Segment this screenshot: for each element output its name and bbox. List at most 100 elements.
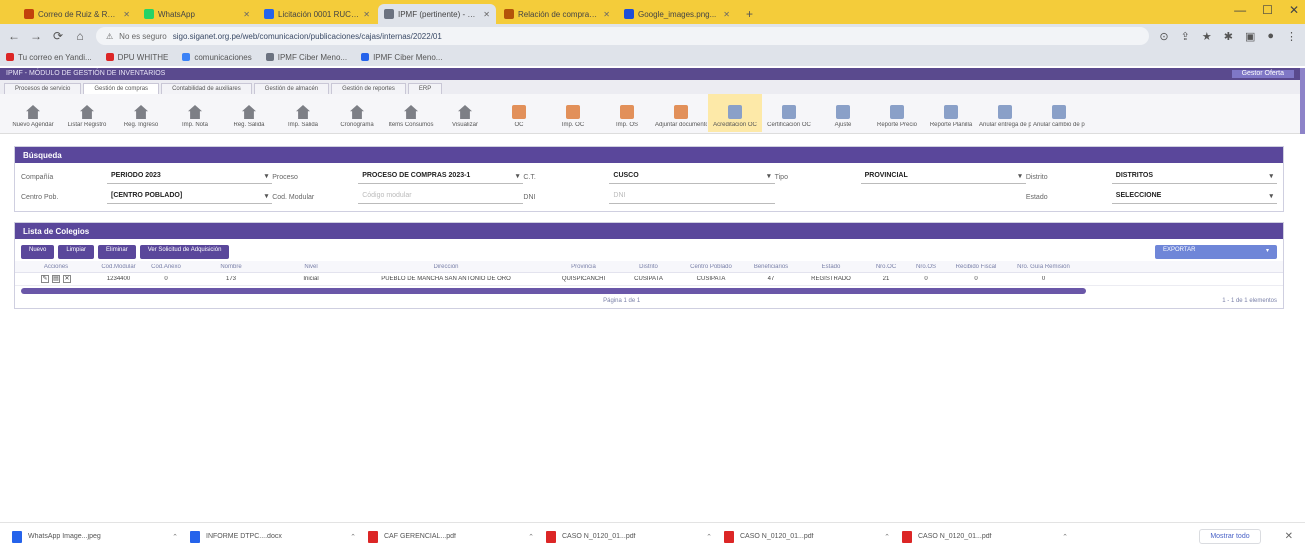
column-header[interactable]: Nivel — [276, 264, 346, 270]
profile-icon[interactable]: ● — [1267, 30, 1274, 43]
chevron-down-icon[interactable]: ⌃ — [706, 533, 712, 541]
browser-tab[interactable]: Correo de Ruiz & Ruiz Sr... ✕ — [18, 4, 136, 24]
chevron-down-icon[interactable]: ⌃ — [1062, 533, 1068, 541]
back-icon[interactable]: ← — [8, 29, 20, 43]
column-header[interactable]: Cod.Anexo — [146, 264, 186, 270]
show-all-downloads-button[interactable]: Mostrar todo — [1199, 529, 1261, 544]
tab-close-icon[interactable]: ✕ — [363, 10, 370, 19]
search-select[interactable]: CUSCO ▾ — [609, 170, 775, 184]
column-header[interactable]: Recibido Fiscal — [946, 264, 1006, 270]
chevron-down-icon[interactable]: ⌃ — [350, 533, 356, 541]
browser-tab[interactable]: Relación de comprador... ✕ — [498, 4, 616, 24]
toolbar-button[interactable]: Items Consumos — [384, 94, 438, 132]
bookmark-item[interactable]: Tu correo en Yandi... — [6, 53, 92, 62]
module-tab[interactable]: Procesos de servicio — [4, 83, 82, 94]
toolbar-button[interactable]: Reg. Ingreso — [114, 94, 168, 132]
toolbar-button[interactable]: Certificación OC — [762, 94, 816, 132]
forward-icon[interactable]: → — [30, 29, 42, 43]
toolbar-button[interactable]: Acreditación OC — [708, 94, 762, 132]
bookmark-star-icon[interactable]: ★ — [1202, 30, 1212, 43]
toolbar-button[interactable]: Anular cambio de producto — [1032, 94, 1086, 132]
tab-close-icon[interactable]: ✕ — [483, 10, 490, 19]
toolbar-button[interactable]: Reporte Planilla — [924, 94, 978, 132]
search-select[interactable]: PROVINCIAL ▾ — [860, 170, 1026, 184]
toolbar-button[interactable]: Imp. Nota — [168, 94, 222, 132]
bookmark-item[interactable]: DPU WHITHE — [105, 53, 168, 62]
bookmark-item[interactable]: IPMF Ciber Meno... — [361, 53, 442, 62]
sidepanel-icon[interactable]: ▣ — [1245, 30, 1255, 43]
home-icon[interactable]: ⌂ — [74, 29, 86, 43]
table-row[interactable]: ✎ ▤ ✕ 1234400 0 173 Inicial PUEBLO DE MANCHA SA… — [15, 273, 1283, 286]
tab-close-icon[interactable]: ✕ — [723, 10, 730, 19]
toolbar-button[interactable]: Ajuste — [816, 94, 870, 132]
maximize-icon[interactable]: ☐ — [1262, 3, 1273, 17]
column-header[interactable]: Cod.Modular — [91, 264, 146, 270]
column-header[interactable]: Nombre — [186, 264, 276, 270]
toolbar-button[interactable]: Listar Registro — [60, 94, 114, 132]
toolbar-button[interactable]: Visualizar — [438, 94, 492, 132]
column-header[interactable]: Nro. Guía Remisión — [1006, 264, 1081, 270]
download-item[interactable]: CASO N_0120_01...pdf ⌃ — [546, 530, 712, 543]
pager-page-info[interactable]: Página 1 de 1 — [21, 298, 1222, 304]
share-icon[interactable]: ⇪ — [1181, 30, 1190, 43]
results-action-button[interactable]: Nuevo — [21, 245, 55, 259]
delete-icon[interactable]: ✕ — [63, 275, 71, 283]
address-bar[interactable]: ⚠ No es seguro sigo.siganet.org.pe/web/c… — [96, 27, 1150, 45]
close-window-icon[interactable]: ✕ — [1289, 3, 1299, 17]
column-header[interactable]: Acciones — [21, 264, 91, 270]
column-header[interactable]: Nro.OC — [866, 264, 906, 270]
download-item[interactable]: INFORME DTPC....docx ⌃ — [190, 530, 356, 543]
search-select[interactable]: DISTRITOS ▾ — [1111, 170, 1278, 184]
export-button[interactable]: EXPORTAR ▾ — [1155, 245, 1277, 259]
module-tab[interactable]: ERP — [407, 83, 443, 94]
module-tab[interactable]: Gestión de compras — [83, 83, 160, 94]
toolbar-button[interactable]: Cronograma — [330, 94, 384, 132]
download-item[interactable]: WhatsApp Image...jpeg ⌃ — [12, 530, 178, 543]
chevron-down-icon[interactable]: ⌃ — [528, 533, 534, 541]
bookmark-item[interactable]: IPMF Ciber Meno... — [265, 53, 347, 62]
toolbar-button[interactable]: Imp. OS — [600, 94, 654, 132]
column-header[interactable]: Estado — [796, 264, 866, 270]
edit-icon[interactable]: ✎ — [41, 275, 49, 283]
download-item[interactable]: CASO N_0120_01...pdf ⌃ — [724, 530, 890, 543]
toolbar-button[interactable]: Reporte Precio — [870, 94, 924, 132]
module-tab[interactable]: Gestión de almacén — [253, 83, 330, 94]
module-tab[interactable]: Gestión de reportes — [331, 83, 406, 94]
tab-close-icon[interactable]: ✕ — [603, 10, 610, 19]
browser-tab[interactable]: Google_images.png... ✕ — [618, 4, 736, 24]
tab-close-icon[interactable]: ✕ — [243, 10, 250, 19]
search-input[interactable]: DNI — [609, 190, 775, 204]
toolbar-button[interactable]: Reg. Salida — [222, 94, 276, 132]
minimize-icon[interactable]: — — [1234, 3, 1246, 17]
download-item[interactable]: CAF GERENCIAL...pdf ⌃ — [368, 530, 534, 543]
column-header[interactable]: Nro.OS — [906, 264, 946, 270]
toolbar-button[interactable]: OC — [492, 94, 546, 132]
results-action-button[interactable]: Eliminar — [98, 245, 136, 259]
toolbar-button[interactable]: Imp. Salida — [276, 94, 330, 132]
chevron-down-icon[interactable]: ⌃ — [884, 533, 890, 541]
toolbar-button[interactable]: Imp. OC — [546, 94, 600, 132]
column-header[interactable]: Beneficiarios — [746, 264, 796, 270]
browser-tab[interactable]: IPMF (pertinente) - Window... ✕ — [378, 4, 496, 24]
download-item[interactable]: CASO N_0120_01...pdf ⌃ — [902, 530, 1068, 543]
search-select[interactable]: [CENTRO POBLADO] ▾ — [106, 190, 273, 204]
reload-icon[interactable]: ⟳ — [52, 29, 64, 43]
search-input[interactable]: Código modular — [358, 190, 524, 204]
search-select[interactable]: PROCESO DE COMPRAS 2023-1 ▾ — [358, 170, 524, 184]
view-icon[interactable]: ▤ — [52, 275, 60, 283]
browser-tab[interactable]: Licitación 0001 RUCOMAST... ✕ — [258, 4, 376, 24]
new-tab-button[interactable]: + — [738, 7, 761, 24]
results-action-button[interactable]: Ver Solicitud de Adquisición — [139, 245, 230, 259]
column-header[interactable]: Centro Poblado — [676, 264, 746, 270]
results-action-button[interactable]: Limpiar — [58, 245, 95, 259]
toolbar-button[interactable]: Nuevo Agendar — [6, 94, 60, 132]
module-tab[interactable]: Contabilidad de auxiliares — [161, 83, 252, 94]
close-downloads-icon[interactable]: ✕ — [1285, 531, 1293, 542]
chevron-down-icon[interactable]: ⌃ — [172, 533, 178, 541]
extensions-icon[interactable]: ✱ — [1224, 30, 1233, 43]
user-badge[interactable]: Gestor Oferta — [1231, 70, 1294, 78]
column-header[interactable]: Distrito — [621, 264, 676, 270]
column-header[interactable]: Dirección — [346, 264, 546, 270]
column-header[interactable]: Provincia — [546, 264, 621, 270]
tab-close-icon[interactable]: ✕ — [123, 10, 130, 19]
